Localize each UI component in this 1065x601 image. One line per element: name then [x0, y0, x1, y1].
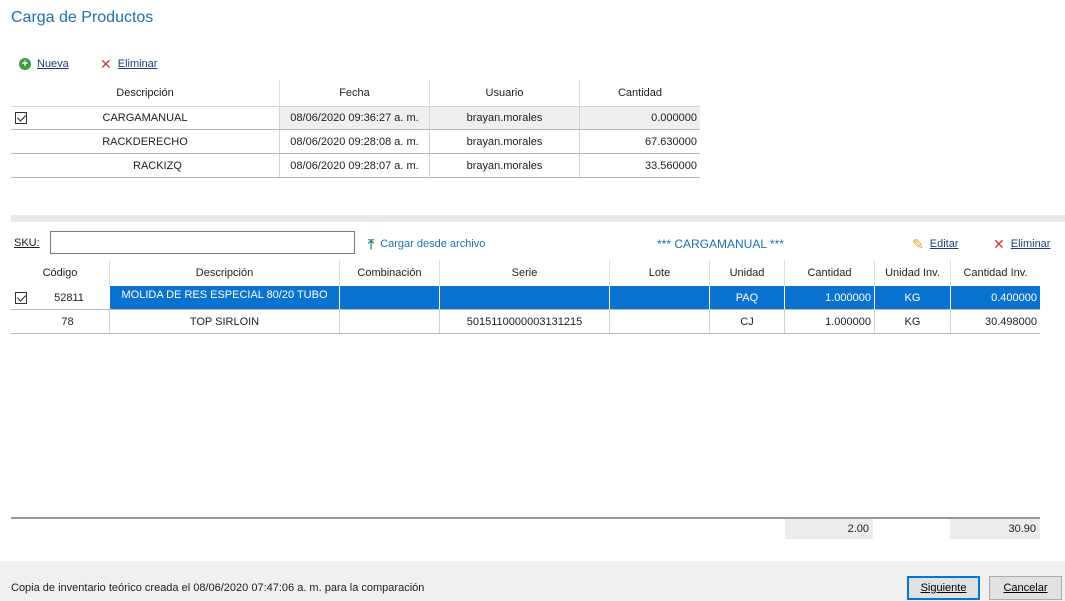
total-cantidad-inv: 30.90 [950, 519, 1040, 539]
col-codigo[interactable]: Código [11, 260, 109, 286]
table-row[interactable]: RACKIZQ 08/06/2020 09:28:07 a. m. brayan… [11, 154, 700, 178]
upload-icon: ⤒ [368, 236, 375, 252]
current-load-label: *** CARGAMANUAL *** [657, 237, 784, 251]
cell-cantidad: 0.000000 [579, 107, 700, 129]
loads-table-header: Descripción Fecha Usuario Cantidad [11, 80, 700, 106]
col-cantidad-inv[interactable]: Cantidad Inv. [950, 260, 1040, 286]
cell-unidad-inv: KG [874, 286, 950, 309]
table-row[interactable]: CARGAMANUAL 08/06/2020 09:36:27 a. m. br… [11, 106, 700, 130]
cell-unidad: CJ [709, 310, 784, 333]
col-combinacion[interactable]: Combinación [339, 260, 439, 286]
cell-combinacion [339, 310, 439, 333]
edit-button[interactable]: ✎ Editar [912, 236, 959, 252]
cell-fecha: 08/06/2020 09:28:07 a. m. [279, 154, 429, 177]
plus-circle-icon: + [19, 58, 31, 70]
cancel-button[interactable]: Cancelar [989, 576, 1062, 600]
col-usuario[interactable]: Usuario [429, 80, 579, 106]
cell-lote [609, 310, 709, 333]
cell-unidad: PAQ [709, 286, 784, 309]
cell-unidad-inv: KG [874, 310, 950, 333]
table-row[interactable]: 52811 MOLIDA DE RES ESPECIAL 80/20 TUBO … [11, 286, 1040, 310]
pencil-icon: ✎ [912, 236, 924, 252]
cell-descripcion: CARGAMANUAL [11, 107, 279, 129]
next-button[interactable]: Siguiente [907, 576, 980, 600]
footer-bar [0, 561, 1065, 601]
cell-descripcion: RACKIZQ [133, 159, 182, 172]
cell-serie [439, 286, 609, 309]
col-cantidad[interactable]: Cantidad [784, 260, 874, 286]
col-descripcion[interactable]: Descripción [11, 80, 279, 106]
col-serie[interactable]: Serie [439, 260, 609, 286]
col-unidad[interactable]: Unidad [709, 260, 784, 286]
cell-usuario: brayan.morales [429, 107, 579, 129]
delete-product-button[interactable]: ✕ Eliminar [993, 236, 1051, 252]
cell-cantidad-inv: 0.400000 [950, 286, 1040, 309]
cell-cantidad-inv: 30.498000 [950, 310, 1040, 333]
col-unidad-inv[interactable]: Unidad Inv. [874, 260, 950, 286]
products-table: Código Descripción Combinación Serie Lot… [11, 260, 1040, 340]
col-descripcion[interactable]: Descripción [109, 260, 339, 286]
load-from-file-label: Cargar desde archivo [380, 238, 486, 250]
cell-descripcion: TOP SIRLOIN [109, 310, 339, 333]
cell-usuario: brayan.morales [429, 130, 579, 153]
cell-descripcion: MOLIDA DE RES ESPECIAL 80/20 TUBO [109, 286, 339, 309]
table-row[interactable]: RACKDERECHO 08/06/2020 09:28:08 a. m. br… [11, 130, 700, 154]
sku-input[interactable] [50, 231, 355, 254]
cell-codigo: 78 [61, 315, 74, 328]
cell-cantidad: 1.000000 [784, 286, 874, 309]
section-divider [11, 215, 1065, 222]
cell-cantidad: 67.630000 [579, 130, 700, 153]
cell-descripcion: RACKDERECHO [102, 135, 188, 148]
cell-cantidad: 1.000000 [784, 310, 874, 333]
col-lote[interactable]: Lote [609, 260, 709, 286]
cell-combinacion [339, 286, 439, 309]
totals-row: 2.00 30.90 [11, 519, 1040, 539]
cell-codigo: 52811 [11, 286, 109, 309]
load-from-file-button[interactable]: ⤒ Cargar desde archivo [368, 236, 486, 252]
loads-table: Descripción Fecha Usuario Cantidad CARGA… [11, 80, 700, 180]
delete-product-button-label: Eliminar [1010, 238, 1051, 250]
cell-fecha: 08/06/2020 09:28:08 a. m. [279, 130, 429, 153]
delete-load-button[interactable]: ✕ Eliminar [100, 56, 158, 72]
delete-load-button-label: Eliminar [117, 58, 158, 70]
cell-lote [609, 286, 709, 309]
table-row[interactable]: 78 TOP SIRLOIN 5015110000003131215 CJ 1.… [11, 310, 1040, 334]
cell-cantidad: 33.560000 [579, 154, 700, 177]
descripcion-text: CARGAMANUAL [102, 112, 188, 124]
new-button-label: Nueva [37, 58, 69, 70]
cell-serie: 5015110000003131215 [439, 310, 609, 333]
col-fecha[interactable]: Fecha [279, 80, 429, 106]
page-title: Carga de Productos [11, 9, 154, 26]
total-cantidad: 2.00 [785, 519, 873, 539]
edit-button-label: Editar [929, 238, 959, 250]
checkbox-icon[interactable] [15, 291, 27, 304]
new-button[interactable]: + Nueva [19, 58, 69, 70]
codigo-text: 52811 [54, 291, 84, 304]
x-icon: ✕ [993, 236, 1005, 252]
status-text: Copia de inventario teórico creada el 08… [11, 582, 425, 594]
x-icon: ✕ [100, 56, 112, 72]
col-cantidad[interactable]: Cantidad [579, 80, 700, 106]
sku-label: SKU: [14, 237, 40, 249]
cell-fecha: 08/06/2020 09:36:27 a. m. [279, 107, 429, 129]
checkbox-icon[interactable] [15, 112, 27, 124]
products-table-header: Código Descripción Combinación Serie Lot… [11, 260, 1040, 286]
cell-usuario: brayan.morales [429, 154, 579, 177]
